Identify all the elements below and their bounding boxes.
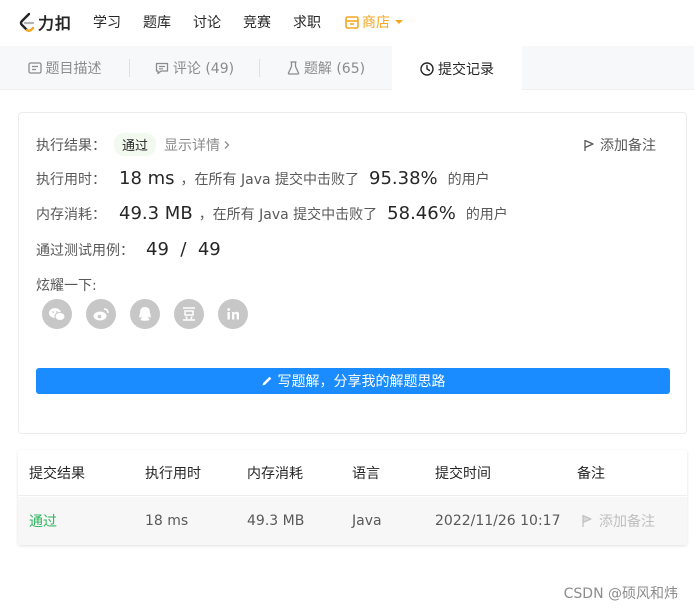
description-icon	[27, 62, 42, 74]
add-note-button[interactable]: 添加备注	[583, 135, 656, 155]
memory-description: ，在所有 Java 提交中击败了	[198, 206, 378, 223]
submissions-table: 提交结果 执行用时 内存消耗 语言 提交时间 备注 通过 18 ms 49.3 …	[18, 450, 687, 545]
store-label: 商店	[362, 15, 391, 31]
table-row[interactable]: 通过 18 ms 49.3 MB Java 2022/11/26 10:17 添…	[18, 497, 687, 545]
nav-item-discuss[interactable]: 讨论	[193, 12, 221, 32]
nav-item-jobs[interactable]: 求职	[293, 12, 321, 32]
add-note-label: 添加备注	[600, 138, 656, 154]
write-solution-label: 写题解，分享我的解题思路	[277, 374, 446, 390]
tab-submissions[interactable]: 提交记录	[392, 46, 522, 91]
memory-percentile: 58.46%	[387, 203, 456, 224]
tab-solutions-label: 题解 (65)	[303, 61, 366, 77]
column-header-status: 提交结果	[29, 465, 85, 482]
row-add-note-button[interactable]: 添加备注	[581, 511, 655, 531]
row-submitted-time: 2022/11/26 10:17	[435, 513, 561, 529]
wechat-icon[interactable]	[42, 299, 72, 329]
linkedin-icon[interactable]	[218, 299, 248, 329]
flask-icon	[287, 61, 300, 75]
share-label-row: 炫耀一下:	[36, 275, 97, 295]
status-row: 执行结果： 通过 显示详情	[36, 133, 231, 156]
share-buttons	[42, 299, 262, 329]
runtime-suffix: 的用户	[447, 171, 490, 188]
status-badge: 通过	[114, 133, 157, 156]
tab-solutions[interactable]: 题解 (65)	[260, 46, 392, 90]
test-cases-label: 通过测试用例：	[36, 242, 134, 259]
tab-comments-label: 评论 (49)	[172, 61, 235, 77]
nav-item-learn[interactable]: 学习	[93, 12, 121, 32]
tab-description-label: 题目描述	[45, 61, 102, 77]
submission-result-card: 执行结果： 通过 显示详情 添加备注 执行用时： 18 ms ，在所有 Java…	[18, 112, 687, 434]
show-details-link[interactable]: 显示详情	[164, 135, 231, 155]
tab-description[interactable]: 题目描述	[0, 46, 129, 90]
column-header-memory: 内存消耗	[247, 465, 303, 482]
memory-label: 内存消耗：	[36, 206, 106, 223]
nav-item-problems[interactable]: 题库	[143, 12, 171, 32]
flag-icon	[582, 514, 592, 527]
flag-icon	[584, 139, 594, 151]
clock-icon	[420, 61, 434, 76]
nav-item-contest[interactable]: 竞赛	[243, 12, 271, 32]
memory-suffix: 的用户	[465, 206, 508, 223]
tab-bar: 题目描述 评论 (49) 题解 (65) 提交记录	[0, 46, 694, 91]
qq-icon[interactable]	[130, 299, 160, 329]
weibo-icon[interactable]	[86, 299, 116, 329]
watermark: CSDN @硕风和炜	[563, 586, 678, 602]
runtime-percentile: 95.38%	[369, 168, 438, 189]
runtime-description: ，在所有 Java 提交中击败了	[180, 171, 360, 188]
column-header-note: 备注	[577, 465, 605, 482]
row-add-note-label: 添加备注	[599, 514, 655, 530]
column-header-runtime: 执行用时	[145, 465, 201, 482]
test-cases-row: 通过测试用例： 49 / 49	[36, 239, 221, 260]
share-label: 炫耀一下:	[36, 278, 97, 294]
logo-text: 力扣	[38, 14, 73, 33]
runtime-label: 执行用时：	[36, 171, 106, 188]
chevron-right-icon	[224, 140, 230, 149]
table-header: 提交结果 执行用时 内存消耗 语言 提交时间 备注	[18, 450, 687, 496]
chevron-down-icon	[395, 20, 404, 24]
store-icon	[345, 15, 359, 29]
memory-value: 49.3 MB	[119, 203, 193, 224]
row-status-link[interactable]: 通过	[29, 511, 57, 531]
write-solution-button[interactable]: 写题解，分享我的解题思路	[36, 368, 670, 394]
row-runtime: 18 ms	[145, 513, 189, 529]
runtime-value: 18 ms	[119, 168, 175, 189]
memory-row: 内存消耗： 49.3 MB ，在所有 Java 提交中击败了 58.46% 的用…	[36, 203, 508, 224]
tab-comments[interactable]: 评论 (49)	[130, 46, 259, 90]
show-details-label: 显示详情	[164, 137, 221, 154]
top-nav: 力扣 学习 题库 讨论 竞赛 求职 商店	[0, 0, 694, 44]
douban-icon[interactable]	[174, 299, 204, 329]
leetcode-logo-icon	[19, 12, 35, 32]
column-header-submitted: 提交时间	[435, 465, 491, 482]
tab-submissions-label: 提交记录	[438, 61, 494, 78]
pencil-icon	[262, 376, 271, 386]
nav-item-store[interactable]: 商店	[345, 12, 404, 32]
row-memory: 49.3 MB	[247, 513, 305, 529]
comment-icon	[155, 62, 169, 75]
runtime-row: 执行用时： 18 ms ，在所有 Java 提交中击败了 95.38% 的用户	[36, 168, 490, 189]
column-header-language: 语言	[352, 465, 380, 482]
status-label: 执行结果：	[36, 137, 106, 154]
row-language: Java	[352, 513, 382, 529]
logo[interactable]: 力扣	[18, 10, 72, 34]
test-cases-value: 49 / 49	[146, 239, 221, 260]
